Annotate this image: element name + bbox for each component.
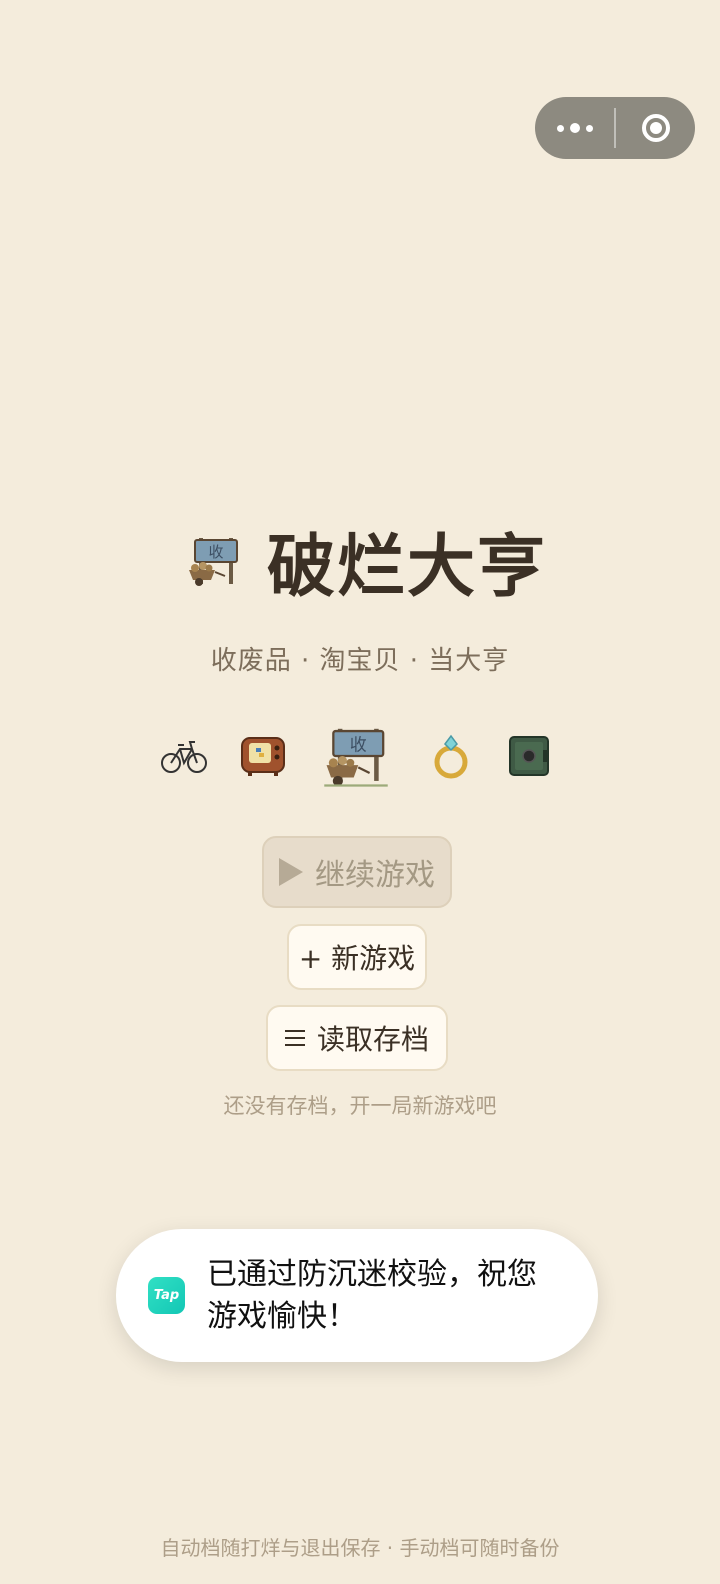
taptap-logo-text: Tap: [153, 1288, 180, 1303]
save-info-footer: 自动档随打烊与退出保存 · 手动档可随时备份: [160, 1536, 560, 1560]
game-title: 破烂大亨: [267, 527, 548, 607]
load-save-button[interactable]: 读取存档: [266, 1005, 448, 1071]
taptap-logo: Tap: [148, 1277, 185, 1314]
new-game-label: + 新游戏: [298, 942, 416, 975]
cart-sign-icon: 收: [189, 538, 238, 586]
title-row: 收 破烂大亨: [185, 515, 547, 607]
load-save-label: 读取存档: [316, 1023, 429, 1056]
close-button[interactable]: [616, 97, 695, 159]
tv-icon: [241, 737, 285, 776]
toast-message: 已通过防沉迷校验，祝您游戏愉快！: [207, 1256, 537, 1334]
game-subtitle: 收废品 · 淘宝贝 · 当大亨: [210, 646, 510, 676]
cart-sign-icon-large: 收: [324, 728, 388, 787]
more-dots-icon-right: [585, 124, 593, 132]
ring-icon: [434, 734, 468, 779]
more-dots-icon-center: [569, 123, 580, 133]
more-button[interactable]: [535, 97, 614, 159]
more-dots-icon: [556, 124, 564, 132]
menu-icon: [284, 1030, 305, 1046]
target-close-icon: [641, 114, 670, 142]
anti-addiction-toast: Tap 已通过防沉迷校验，祝您游戏愉快！: [116, 1229, 598, 1362]
svg-text:收: 收: [350, 735, 367, 755]
no-save-hint: 还没有存档，开一局新游戏吧: [223, 1094, 497, 1118]
item-icons-row: 收: [155, 720, 555, 792]
miniprogram-capsule: [535, 97, 695, 159]
continue-game-label: 继续游戏: [315, 858, 435, 893]
continue-game-button[interactable]: 继续游戏: [262, 836, 452, 908]
svg-text:收: 收: [208, 543, 223, 561]
new-game-button[interactable]: + 新游戏: [287, 924, 427, 990]
safe-icon: [509, 736, 549, 776]
play-icon: [279, 858, 303, 886]
bicycle-icon: [161, 741, 207, 773]
